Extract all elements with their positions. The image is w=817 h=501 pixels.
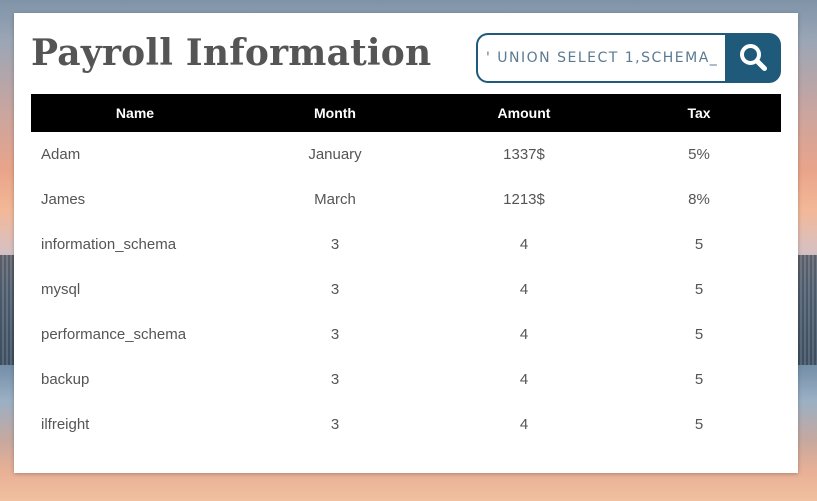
cell-month: 3: [330, 236, 340, 253]
cell-month: 3: [330, 371, 340, 388]
cell-amount: 4: [519, 281, 529, 298]
cell-name: Adam: [41, 146, 81, 163]
cell-tax: 5: [694, 371, 704, 388]
table-row: backup 3 4 5: [31, 357, 781, 402]
payroll-table: Name Month Amount Tax Adam January 1337$…: [31, 94, 781, 447]
search-form: [476, 33, 781, 83]
cell-name: ilfreight: [41, 416, 90, 433]
search-input[interactable]: [476, 33, 725, 83]
cell-tax: 8%: [688, 191, 710, 208]
cell-tax: 5: [694, 416, 704, 433]
cell-tax: 5: [694, 236, 704, 253]
cell-name: mysql: [41, 281, 81, 298]
cell-tax: 5%: [688, 146, 710, 163]
cell-name: information_schema: [41, 236, 177, 253]
table-row: James March 1213$ 8%: [31, 177, 781, 222]
cell-month: 3: [330, 326, 340, 343]
cell-month: 3: [330, 281, 340, 298]
table-row: information_schema 3 4 5: [31, 222, 781, 267]
cell-month: January: [308, 146, 362, 163]
column-header-name: Name: [115, 105, 155, 121]
cell-amount: 1337$: [503, 146, 545, 163]
cell-tax: 5: [694, 281, 704, 298]
cell-name: James: [41, 191, 86, 208]
cell-amount: 4: [519, 371, 529, 388]
payroll-card: Payroll Information Name Month Amount Ta…: [14, 13, 798, 473]
background-trees: [798, 255, 817, 365]
column-header-month: Month: [314, 105, 356, 121]
table-header-row: Name Month Amount Tax: [31, 94, 781, 132]
page-title: Payroll Information: [31, 32, 432, 74]
background-trees: [0, 255, 14, 365]
cell-month: 3: [330, 416, 340, 433]
search-button[interactable]: [725, 33, 781, 83]
search-icon: [738, 42, 768, 75]
column-header-tax: Tax: [687, 105, 711, 121]
table-row: mysql 3 4 5: [31, 267, 781, 312]
table-row: performance_schema 3 4 5: [31, 312, 781, 357]
cell-name: performance_schema: [41, 326, 187, 343]
column-header-amount: Amount: [497, 105, 551, 121]
cell-month: March: [314, 191, 356, 208]
cell-amount: 4: [519, 416, 529, 433]
table-row: Adam January 1337$ 5%: [31, 132, 781, 177]
table-row: ilfreight 3 4 5: [31, 402, 781, 447]
cell-amount: 4: [519, 236, 529, 253]
cell-name: backup: [41, 371, 90, 388]
cell-amount: 4: [519, 326, 529, 343]
cell-tax: 5: [694, 326, 704, 343]
cell-amount: 1213$: [503, 191, 545, 208]
